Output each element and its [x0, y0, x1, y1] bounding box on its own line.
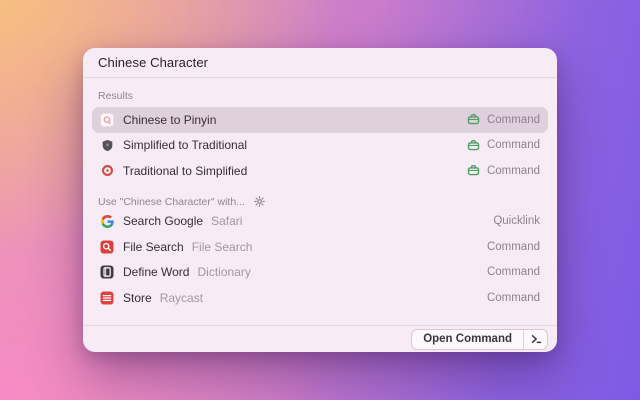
results-section-label: Results [98, 90, 134, 102]
store-icon [100, 291, 114, 305]
item-title: Chinese to Pinyin [123, 112, 217, 127]
list-item-simplified-to-traditional[interactable]: Simplified to Traditional Command [92, 133, 548, 159]
google-icon [100, 214, 114, 228]
command-briefcase-icon [467, 139, 480, 152]
list-item-traditional-to-simplified[interactable]: Traditional to Simplified Command [92, 158, 548, 184]
target-icon [100, 164, 114, 178]
item-type-badge: Command [486, 164, 540, 177]
use-with-section-label: Use "Chinese Character" with... [98, 195, 542, 209]
item-title: File Search [123, 239, 184, 254]
item-subtitle: Raycast [159, 290, 204, 305]
item-type-badge: Command [486, 266, 540, 279]
raycast-launcher-window: Chinese Character Results Chinese to Pin… [83, 48, 557, 352]
item-title: Search Google [123, 214, 204, 229]
action-bar: Open Command [83, 325, 557, 352]
list-item-file-search[interactable]: File Search File Search Command [92, 234, 548, 260]
list-item-search-google[interactable]: Search Google Safari Quicklink [92, 209, 548, 235]
item-subtitle: File Search [191, 239, 253, 254]
command-briefcase-icon [467, 164, 480, 177]
item-type-badge: Command [486, 240, 540, 253]
list-item-store[interactable]: Store Raycast Command [92, 285, 548, 311]
dictionary-icon [100, 265, 114, 279]
results-list: Results Chinese to Pinyin Command Simpli… [83, 89, 557, 311]
command-briefcase-icon [467, 113, 480, 126]
list-item-define-word[interactable]: Define Word Dictionary Command [92, 260, 548, 286]
open-command-label: Open Command [423, 333, 512, 345]
item-type-badge: Quicklink [493, 215, 540, 228]
open-command-button[interactable]: Open Command [411, 328, 548, 350]
item-subtitle: Safari [211, 214, 243, 229]
search-bar[interactable]: Chinese Character [83, 48, 557, 78]
shield-icon [100, 138, 114, 152]
list-item-chinese-to-pinyin[interactable]: Chinese to Pinyin Command [92, 107, 548, 133]
desktop-background: Chinese Character Results Chinese to Pin… [0, 0, 640, 400]
gear-icon[interactable] [254, 196, 265, 207]
terminal-prompt-icon [523, 329, 547, 349]
item-type-badge: Command [486, 139, 540, 152]
file-search-icon [100, 240, 114, 254]
item-title: Simplified to Traditional [123, 138, 248, 153]
item-type-badge: Command [486, 113, 540, 126]
item-title: Define Word [123, 265, 190, 280]
item-title: Traditional to Simplified [123, 163, 248, 178]
item-subtitle: Dictionary [197, 265, 251, 280]
item-type-badge: Command [486, 291, 540, 304]
pinyin-icon [100, 112, 114, 127]
item-title: Store [123, 290, 152, 305]
search-input[interactable]: Chinese Character [98, 55, 208, 70]
